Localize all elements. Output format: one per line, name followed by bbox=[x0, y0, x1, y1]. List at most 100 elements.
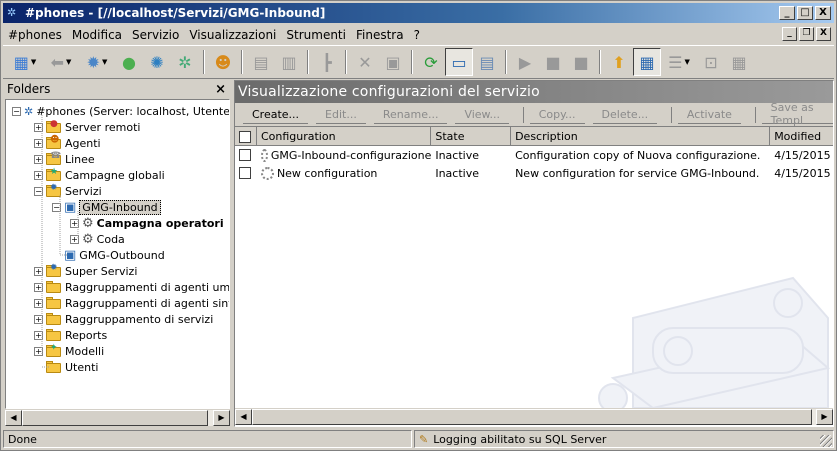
logging-text: Logging abilitato su SQL Server bbox=[433, 432, 607, 446]
scroll-right-button[interactable]: ▶ bbox=[816, 409, 833, 425]
dropdown-arrow-icon: ▼ bbox=[102, 58, 108, 66]
copy-button[interactable]: Copy... bbox=[529, 106, 585, 124]
properties-button[interactable]: ▣ bbox=[379, 48, 407, 76]
stop-icon: ■ bbox=[573, 52, 589, 72]
user-icon: ☻ bbox=[214, 52, 232, 72]
tree-lines bbox=[41, 115, 79, 368]
save-as-template-button[interactable]: Save as Templ bbox=[761, 101, 833, 127]
row-modified: 4/15/2015 bbox=[774, 148, 831, 162]
folder-tree[interactable]: − ✲ #phones (Server: localhost, Utente: … bbox=[5, 99, 230, 409]
title-bar[interactable]: ✲ #phones - [//localhost/Servizi/GMG-Inb… bbox=[3, 3, 834, 23]
menu-modifica[interactable]: Modifica bbox=[67, 28, 127, 42]
refresh-button[interactable]: ⟳ bbox=[417, 48, 445, 76]
logging-status: ✎ Logging abilitato su SQL Server bbox=[414, 430, 834, 448]
delete-button[interactable]: Delete... bbox=[592, 106, 658, 124]
connect-button[interactable]: ● bbox=[115, 48, 143, 76]
row-description: Configuration copy of Nuova configurazio… bbox=[515, 148, 761, 162]
folders-pane: Folders × − ✲ #phones (Server: localhost… bbox=[3, 80, 230, 427]
table-horizontal-scrollbar[interactable]: ◀ ▶ bbox=[235, 408, 833, 425]
row-checkbox[interactable] bbox=[239, 149, 251, 161]
column-configuration[interactable]: Configuration bbox=[257, 127, 432, 146]
list-view-button[interactable]: ☰ ▼ bbox=[661, 48, 697, 76]
select-all-checkbox[interactable] bbox=[239, 130, 251, 143]
menu-help[interactable]: ? bbox=[409, 28, 425, 42]
close-button[interactable]: X bbox=[815, 6, 831, 20]
play-button[interactable]: ▶ bbox=[511, 48, 539, 76]
activate-button[interactable]: Activate bbox=[677, 106, 741, 124]
window-title: #phones - [//localhost/Servizi/GMG-Inbou… bbox=[25, 6, 326, 20]
details-icon: ⊡ bbox=[704, 52, 718, 72]
folder-up-icon: ⬆ bbox=[612, 52, 626, 72]
grid-view-button[interactable]: ▦ bbox=[725, 48, 753, 76]
action-bar: Create... Edit... Rename... View... Copy… bbox=[235, 101, 833, 127]
services-button[interactable]: ✺ bbox=[143, 48, 171, 76]
dropdown-arrow-icon: ▼ bbox=[30, 58, 37, 66]
document-button[interactable]: ▤ bbox=[473, 48, 501, 76]
import-button[interactable]: ▥ bbox=[275, 48, 303, 76]
export-button[interactable]: ▤ bbox=[247, 48, 275, 76]
list-icon: ☰ bbox=[668, 52, 683, 72]
delete-button[interactable]: ✕ bbox=[351, 48, 379, 76]
maximize-button[interactable]: □ bbox=[797, 6, 813, 20]
action-separator bbox=[671, 106, 672, 123]
stop-icon: ■ bbox=[545, 52, 561, 72]
tree-button[interactable]: ┣ bbox=[313, 48, 341, 76]
navigate-icon: ⬅ bbox=[50, 52, 64, 72]
column-modified[interactable]: Modified bbox=[770, 127, 833, 146]
user-button[interactable]: ☻ bbox=[209, 48, 237, 76]
window-view-button[interactable]: ▭ bbox=[445, 48, 473, 76]
row-state: Inactive bbox=[435, 166, 479, 180]
tree-horizontal-scrollbar[interactable]: ◀ ▶ bbox=[5, 409, 230, 426]
folders-title: Folders bbox=[7, 82, 51, 96]
dropdown-arrow-icon: ▼ bbox=[66, 58, 72, 66]
select-all-column[interactable] bbox=[235, 127, 257, 146]
agents-button[interactable]: ✲ bbox=[171, 48, 199, 76]
toolbar-separator bbox=[505, 50, 507, 74]
column-state[interactable]: State bbox=[431, 127, 512, 146]
mdi-restore-button[interactable]: ❐ bbox=[799, 27, 814, 41]
action-separator bbox=[754, 106, 756, 123]
mdi-close-button[interactable]: X bbox=[816, 27, 831, 41]
gear-icon: ✺ bbox=[150, 52, 164, 72]
menu-finestra[interactable]: Finestra bbox=[351, 28, 409, 42]
rename-button[interactable]: Rename... bbox=[373, 106, 448, 124]
table-row[interactable]: New configuration Inactive New configura… bbox=[235, 164, 833, 182]
calendar-view-button[interactable]: ▦ bbox=[633, 48, 661, 76]
row-checkbox[interactable] bbox=[239, 167, 251, 179]
calendar-icon: ▦ bbox=[639, 52, 655, 72]
navigate-button[interactable]: ⬅ ▼ bbox=[43, 48, 79, 76]
table-row[interactable]: GMG-Inbound-configurazione Inactive Conf… bbox=[235, 146, 833, 164]
scroll-left-button[interactable]: ◀ bbox=[235, 409, 252, 425]
green-orb-icon: ● bbox=[122, 52, 136, 72]
row-configuration: GMG-Inbound-configurazione bbox=[270, 148, 432, 162]
resize-grip[interactable] bbox=[820, 435, 832, 447]
scroll-left-button[interactable]: ◀ bbox=[5, 410, 22, 426]
close-folders-button[interactable]: × bbox=[215, 82, 226, 97]
column-description[interactable]: Description bbox=[511, 127, 771, 146]
mdi-minimize-button[interactable]: _ bbox=[782, 27, 797, 41]
main-window: ✲ #phones - [//localhost/Servizi/GMG-Inb… bbox=[0, 0, 837, 451]
minimize-button[interactable]: _ bbox=[779, 6, 795, 20]
edit-button[interactable]: Edit... bbox=[316, 106, 366, 124]
view-button[interactable]: View... bbox=[455, 106, 510, 124]
folder-up-button[interactable]: ⬆ bbox=[605, 48, 633, 76]
table-header: Configuration State Description Modified bbox=[235, 127, 833, 146]
new-item-button[interactable]: ▦ ▼ bbox=[7, 48, 43, 76]
row-description: New configuration for service GMG-Inboun… bbox=[515, 166, 760, 180]
create-button[interactable]: Create... bbox=[243, 106, 309, 124]
settings-button[interactable]: ✹ ▼ bbox=[79, 48, 115, 76]
scroll-thumb[interactable] bbox=[22, 410, 208, 426]
row-state: Inactive bbox=[435, 148, 479, 162]
pause-button[interactable]: ■ bbox=[539, 48, 567, 76]
menu-servizio[interactable]: Servizio bbox=[127, 28, 184, 42]
menu-strumenti[interactable]: Strumenti bbox=[281, 28, 351, 42]
stop-button[interactable]: ■ bbox=[567, 48, 595, 76]
scroll-thumb[interactable] bbox=[252, 409, 812, 425]
toolbar-separator bbox=[241, 50, 243, 74]
grid-icon: ▦ bbox=[731, 52, 747, 72]
menu-visualizzazioni[interactable]: Visualizzazioni bbox=[184, 28, 281, 42]
scroll-right-button[interactable]: ▶ bbox=[213, 410, 230, 426]
details-view-button[interactable]: ⊡ bbox=[697, 48, 725, 76]
menu-phones[interactable]: #phones bbox=[3, 28, 67, 42]
menu-bar: #phones Modifica Servizio Visualizzazion… bbox=[3, 25, 834, 44]
